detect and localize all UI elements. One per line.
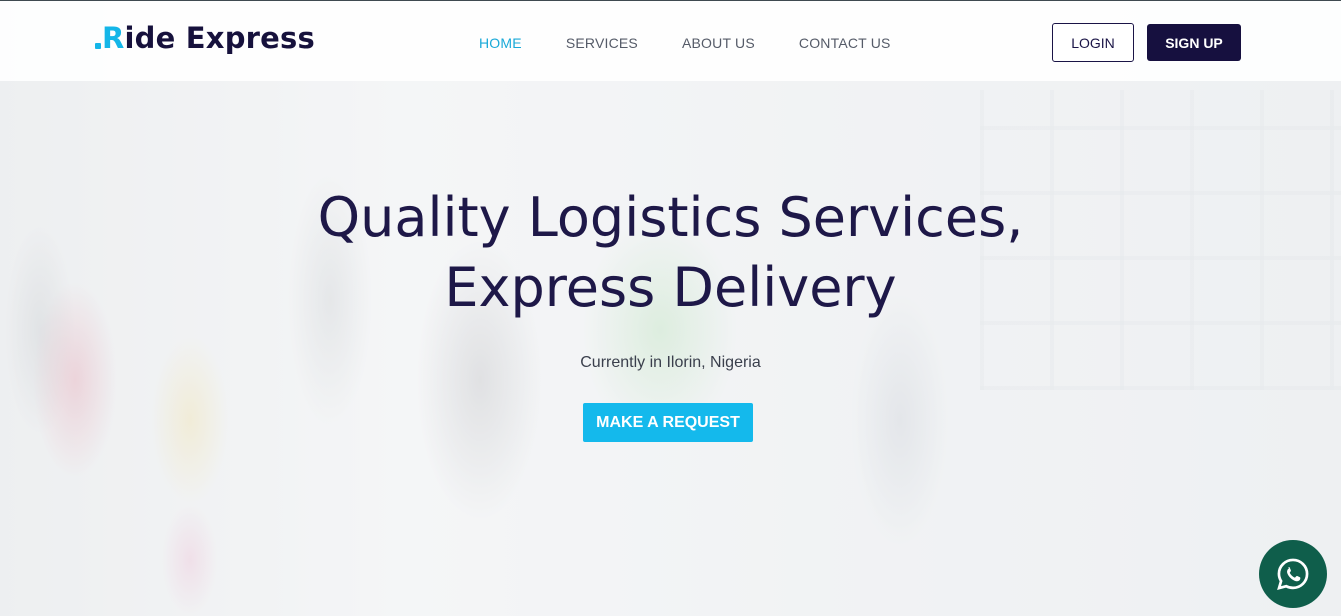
signup-button[interactable]: SIGN UP (1147, 24, 1241, 61)
make-request-button[interactable]: MAKE A REQUEST (583, 403, 753, 442)
hero-subtitle: Currently in Ilorin, Nigeria (580, 354, 761, 371)
nav-contact-us[interactable]: CONTACT US (799, 35, 891, 51)
login-button[interactable]: LOGIN (1052, 23, 1134, 62)
whatsapp-chat-button[interactable] (1259, 540, 1327, 608)
brand-logo[interactable]: R ide Express (95, 21, 315, 55)
site-header: R ide Express HOME SERVICES ABOUT US CON… (0, 0, 1341, 81)
whatsapp-icon (1277, 558, 1309, 590)
logo-dot (95, 42, 101, 49)
hero-title-line1: Quality Logistics Services, (317, 186, 1024, 249)
logo-text: ide Express (124, 21, 315, 55)
hero-title: Quality Logistics Services, Express Deli… (0, 183, 1341, 323)
hero-title-line2: Express Delivery (444, 256, 897, 319)
logo-initial: R (102, 21, 125, 55)
nav-services[interactable]: SERVICES (566, 35, 638, 51)
nav-home[interactable]: HOME (479, 35, 522, 51)
nav-about-us[interactable]: ABOUT US (682, 35, 755, 51)
main-nav: HOME SERVICES ABOUT US CONTACT US (479, 35, 891, 51)
